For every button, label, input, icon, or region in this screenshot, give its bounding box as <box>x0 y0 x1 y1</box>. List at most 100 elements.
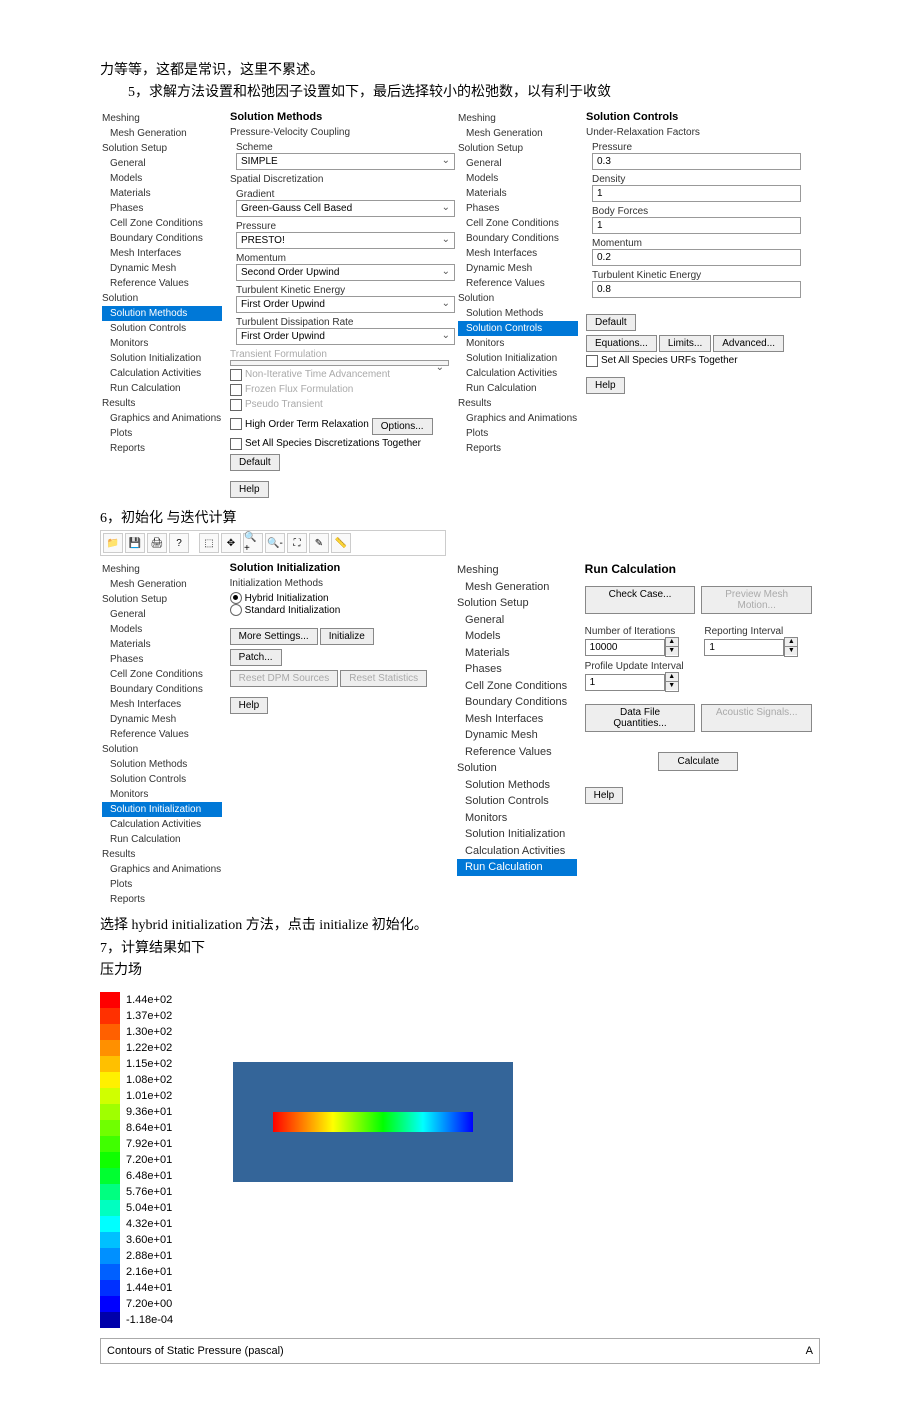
tree2-rc[interactable]: Run Calculation <box>458 381 578 396</box>
tree3-czc[interactable]: Cell Zone Conditions <box>102 667 222 682</box>
sm-help-btn[interactable]: Help <box>230 481 269 498</box>
tree-plots[interactable]: Plots <box>102 426 222 441</box>
tree4-mon[interactable]: Monitors <box>457 810 577 827</box>
zoom-out-icon[interactable]: 🔍- <box>265 533 285 553</box>
tree3-si[interactable]: Solution Initialization <box>102 802 222 817</box>
select-icon[interactable]: ⬚ <box>199 533 219 553</box>
tree-mesh-gen[interactable]: Mesh Generation <box>102 126 222 141</box>
tree2-models[interactable]: Models <box>458 171 578 186</box>
tree2-ca[interactable]: Calculation Activities <box>458 366 578 381</box>
tree4-bc[interactable]: Boundary Conditions <box>457 694 577 711</box>
tree2-solution[interactable]: Solution <box>458 291 578 306</box>
tree-results[interactable]: Results <box>102 396 222 411</box>
tree-phases[interactable]: Phases <box>102 201 222 216</box>
tree3-materials[interactable]: Materials <box>102 637 222 652</box>
sm-hotr-cb[interactable] <box>230 418 242 430</box>
tree3-sc[interactable]: Solution Controls <box>102 772 222 787</box>
tree4-rv[interactable]: Reference Values <box>457 744 577 761</box>
tree-mi[interactable]: Mesh Interfaces <box>102 246 222 261</box>
sc-sasut-cb[interactable] <box>586 355 598 367</box>
tree2-reports[interactable]: Reports <box>458 441 578 456</box>
sm-tke-select[interactable]: First Order Upwind <box>236 296 455 313</box>
tree4-sm[interactable]: Solution Methods <box>457 777 577 794</box>
tree-solution[interactable]: Solution <box>102 291 222 306</box>
tree3-rv[interactable]: Reference Values <box>102 727 222 742</box>
tree3-general[interactable]: General <box>102 607 222 622</box>
tree3-bc[interactable]: Boundary Conditions <box>102 682 222 697</box>
tree3-reports[interactable]: Reports <box>102 892 222 907</box>
tree-ca[interactable]: Calculation Activities <box>102 366 222 381</box>
tree4-solution[interactable]: Solution <box>457 760 577 777</box>
zoom-in-icon[interactable]: 🔍+ <box>243 533 263 553</box>
sc-adv-btn[interactable]: Advanced... <box>713 335 784 352</box>
si-more-btn[interactable]: More Settings... <box>230 628 318 645</box>
sc-tke-input[interactable] <box>592 281 801 298</box>
tree-rc[interactable]: Run Calculation <box>102 381 222 396</box>
tree-rv[interactable]: Reference Values <box>102 276 222 291</box>
tree4-czc[interactable]: Cell Zone Conditions <box>457 678 577 695</box>
rc-noi-input[interactable] <box>585 639 665 656</box>
open-icon[interactable]: 📁 <box>103 533 123 553</box>
tree4-mesh-gen[interactable]: Mesh Generation <box>457 579 577 596</box>
tree-general[interactable]: General <box>102 156 222 171</box>
sc-pressure-input[interactable] <box>592 153 801 170</box>
ruler-icon[interactable]: 📏 <box>331 533 351 553</box>
tree4-general[interactable]: General <box>457 612 577 629</box>
tree4-sc[interactable]: Solution Controls <box>457 793 577 810</box>
rc-dfq-btn[interactable]: Data File Quantities... <box>585 704 696 732</box>
tree4-models[interactable]: Models <box>457 628 577 645</box>
tree3-sm[interactable]: Solution Methods <box>102 757 222 772</box>
tree2-solution-setup[interactable]: Solution Setup <box>458 141 578 156</box>
tree4-solution-setup[interactable]: Solution Setup <box>457 595 577 612</box>
fit-icon[interactable]: ⛶ <box>287 533 307 553</box>
rc-ri-input[interactable] <box>704 639 784 656</box>
sc-default-btn[interactable]: Default <box>586 314 636 331</box>
tree4-mi[interactable]: Mesh Interfaces <box>457 711 577 728</box>
sm-scheme-select[interactable]: SIMPLE <box>236 153 455 170</box>
rc-pui-input[interactable] <box>585 674 665 691</box>
tree3-meshing[interactable]: Meshing <box>102 562 222 577</box>
si-init-btn[interactable]: Initialize <box>320 628 374 645</box>
tree2-general[interactable]: General <box>458 156 578 171</box>
si-hybrid-radio[interactable] <box>230 592 242 604</box>
tree-ga[interactable]: Graphics and Animations <box>102 411 222 426</box>
sc-bf-input[interactable] <box>592 217 801 234</box>
tree4-phases[interactable]: Phases <box>457 661 577 678</box>
sc-density-input[interactable] <box>592 185 801 202</box>
tree4-ca[interactable]: Calculation Activities <box>457 843 577 860</box>
sc-lim-btn[interactable]: Limits... <box>659 335 711 352</box>
tree4-meshing[interactable]: Meshing <box>457 562 577 579</box>
tree4-si[interactable]: Solution Initialization <box>457 826 577 843</box>
sm-pressure-select[interactable]: PRESTO! <box>236 232 455 249</box>
tree3-ca[interactable]: Calculation Activities <box>102 817 222 832</box>
tree3-mon[interactable]: Monitors <box>102 787 222 802</box>
tree3-models[interactable]: Models <box>102 622 222 637</box>
tree-reports[interactable]: Reports <box>102 441 222 456</box>
tree3-plots[interactable]: Plots <box>102 877 222 892</box>
rc-calc-btn[interactable]: Calculate <box>658 752 738 771</box>
help-icon[interactable]: ? <box>169 533 189 553</box>
probe-icon[interactable]: ✎ <box>309 533 329 553</box>
tree2-dm[interactable]: Dynamic Mesh <box>458 261 578 276</box>
tree-models[interactable]: Models <box>102 171 222 186</box>
tree3-solution-setup[interactable]: Solution Setup <box>102 592 222 607</box>
si-patch-btn[interactable]: Patch... <box>230 649 282 666</box>
tree2-si[interactable]: Solution Initialization <box>458 351 578 366</box>
sc-eq-btn[interactable]: Equations... <box>586 335 657 352</box>
tree2-rv[interactable]: Reference Values <box>458 276 578 291</box>
si-standard-radio[interactable] <box>230 604 242 616</box>
tree3-mi[interactable]: Mesh Interfaces <box>102 697 222 712</box>
tree-czc[interactable]: Cell Zone Conditions <box>102 216 222 231</box>
tree3-results[interactable]: Results <box>102 847 222 862</box>
tree3-solution[interactable]: Solution <box>102 742 222 757</box>
sm-options-btn[interactable]: Options... <box>372 418 433 435</box>
rc-pui-spinner[interactable]: ▲▼ <box>665 672 679 692</box>
tree2-sm[interactable]: Solution Methods <box>458 306 578 321</box>
tree-bc[interactable]: Boundary Conditions <box>102 231 222 246</box>
tree2-results[interactable]: Results <box>458 396 578 411</box>
rc-ri-spinner[interactable]: ▲▼ <box>784 637 798 657</box>
tree3-mesh-gen[interactable]: Mesh Generation <box>102 577 222 592</box>
tree-solution-setup[interactable]: Solution Setup <box>102 141 222 156</box>
sc-momentum-input[interactable] <box>592 249 801 266</box>
sm-tdr-select[interactable]: First Order Upwind <box>236 328 455 345</box>
